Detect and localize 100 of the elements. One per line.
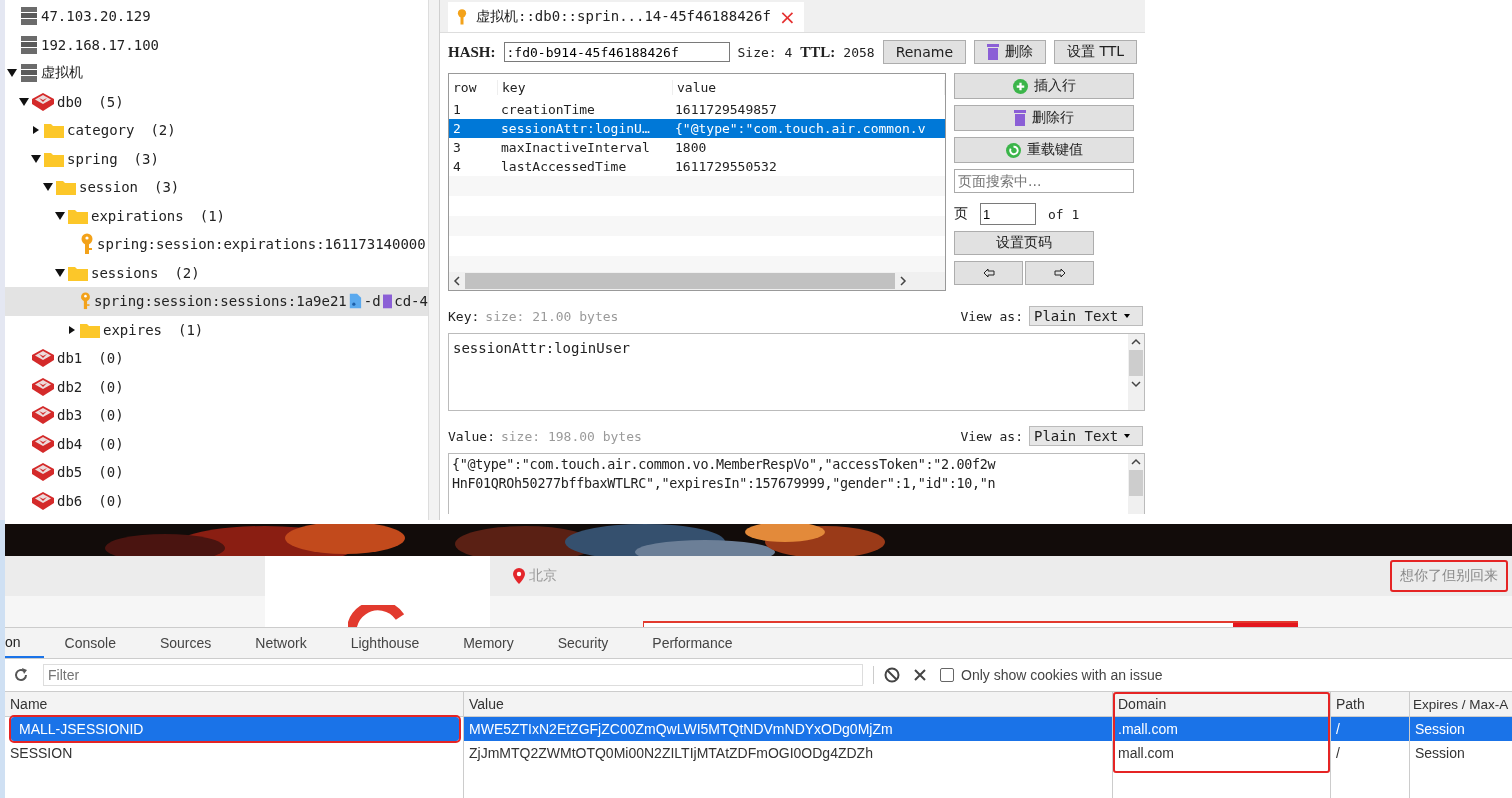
table-cell[interactable]: .mall.com [1113,717,1330,741]
table-cell-text: lastAccessedTime [500,159,628,174]
tree-item[interactable]: db4 (0) [5,429,428,458]
tree-item[interactable]: db3 (0) [5,401,428,430]
item-count: (2) [174,264,200,281]
value-text-line: {"@type":"com.touch.air.common.vo.MemberRespVo","accessToken":"2.00f2w [451,456,997,473]
item-count: (0) [98,378,124,395]
table-row[interactable]: 4 lastAccessedTime 1611729550532 [449,157,945,176]
tree-item[interactable]: expirations (1) [5,201,428,230]
column-header[interactable]: key [498,79,673,95]
table-cell[interactable]: / [1331,741,1409,765]
table-cell[interactable]: MWE5ZTIxN2EtZGFjZC00ZmQwLWI5MTQtNDVmNDYxODg0MjZm [464,717,1112,741]
item-count: (0) [98,407,124,424]
table-cell[interactable]: Session [1410,717,1512,741]
devtools-tab[interactable]: Security [536,628,632,658]
size-hint: size: 21.00 bytes [485,308,619,324]
column-header[interactable]: Value [464,692,1112,717]
view-as-label: View as: [960,308,1023,324]
table-row[interactable]: 1 creationTime 1611729549857 [449,100,945,119]
tree-label: expires [103,321,162,338]
column-header[interactable]: Expires / Max-A [1410,692,1512,717]
table-cell-text: 1800 [674,140,708,155]
item-count: (1) [199,207,225,224]
filter-field[interactable]: Filter [43,664,863,686]
column-header[interactable]: Domain [1113,692,1330,717]
tree-item[interactable]: db0 (5) [5,87,428,116]
view-as-label: View as: [960,428,1023,444]
tree-item[interactable]: 192.168.17.100 [5,30,428,59]
devtools-tab[interactable]: Sources [138,628,235,658]
tree-label: spring:session:sessions:1a9e21 [93,293,347,310]
toolbar-button[interactable]: 删除 [974,40,1047,64]
close-button[interactable]: × [778,5,796,29]
size-hint: size: 198.00 bytes [500,428,642,444]
table-cell[interactable]: / [1331,717,1409,741]
action-button[interactable]: 重载键值 [954,137,1134,163]
table-cell[interactable]: Session [1410,741,1512,765]
devtools-tab[interactable]: Console [43,628,139,658]
column-header[interactable]: Name [5,692,463,717]
tree-label: spring:session:expirations:161173140000 [97,236,426,253]
tree-item[interactable]: spring:session:sessions:1a9e21 -d cd-4 [5,287,428,316]
toolbar-button[interactable]: 设置 TTL [1054,40,1138,64]
page-field[interactable]: 1 [980,203,1036,225]
ttl-label: TTL: [800,43,836,61]
tree-item[interactable]: expires (1) [5,315,428,344]
value-text-line: HnF01QROh50277bffbaxWTLRC","expiresIn":157679999,"gender":1,"id":10,"n [451,475,997,492]
table-cell[interactable]: mall.com [1113,741,1330,765]
tree-item[interactable]: db2 (0) [5,372,428,401]
tree-item[interactable]: 47.103.20.129 [5,2,428,31]
set-page-button[interactable]: 设置页码 [954,231,1094,255]
tree-item[interactable]: db5 (0) [5,458,428,487]
tree-item[interactable]: session (3) [5,173,428,202]
tree-label: db4 [57,435,83,452]
tree-label: db0 [57,93,83,110]
devtools-tab[interactable]: Network [234,628,330,658]
tree-item[interactable]: db1 (0) [5,344,428,373]
table-cell[interactable]: MALL-JSESSIONID [11,717,459,741]
value-text-area[interactable]: {"@type":"com.touch.air.common.vo.MemberRespVo","accessToken":"2.00f2w HnF01QROh50277bffbaxWTLRC","expiresIn":157679999,"gender":1,"id":10,"n [448,453,1145,514]
format-dropdown[interactable]: Plain Text [1029,426,1143,446]
tree-label: db3 [57,407,83,424]
column-header[interactable]: value [673,79,945,95]
tree-label: 192.168.17.100 [41,36,159,53]
search-field[interactable]: 页面搜索中... [954,169,1134,193]
table-row[interactable]: 3 maxInactiveInterval 1800 [449,138,945,157]
action-button[interactable]: 删除行 [954,105,1134,131]
action-button[interactable]: 插入行 [954,73,1134,99]
size-text: Size: 4 [737,44,793,60]
key-label: Key: [448,308,480,324]
table-cell[interactable]: SESSION [5,741,463,765]
table-cell-text: 1611729549857 [674,102,778,117]
tree-item[interactable]: spring:session:expirations:161173140000 [5,230,428,259]
tree-item[interactable]: spring (3) [5,144,428,173]
tree-item[interactable]: category (2) [5,116,428,145]
tree-label: cd-4 [394,293,428,310]
table-cell[interactable]: ZjJmMTQ2ZWMtOTQ0Mi00N2ZILTIjMTAtZDFmOGI0ODg4ZDZh [464,741,1112,765]
page-total: of 1 [1048,206,1080,222]
column-header[interactable]: Path [1331,692,1409,717]
devtools-tab[interactable]: Performance [631,628,756,658]
table-cell-text: 4 [452,159,462,174]
column-header[interactable]: row [449,79,498,95]
format-dropdown[interactable]: Plain Text [1029,306,1143,326]
tree-item[interactable]: sessions (2) [5,258,428,287]
tree-label: expirations [91,207,184,224]
key-text-area[interactable]: sessionAttr:loginUser [448,333,1145,411]
devtools-tab[interactable]: on [5,628,44,658]
devtools-tab[interactable]: Lighthouse [329,628,443,658]
tree-label: db2 [57,378,83,395]
item-count: (0) [98,435,124,452]
ttl-value: 2058 [843,44,875,60]
tree-label: category [67,122,135,139]
tree-label: db1 [57,350,83,367]
tree-item[interactable]: 虚拟机 [5,59,428,88]
toolbar-button[interactable]: Rename [882,40,967,64]
tree-item[interactable]: db6 (0) [5,486,428,515]
table-cell-text: {"@type":"com.touch.air.common.v [674,121,927,136]
item-count: (0) [98,492,124,509]
devtools-tab[interactable]: Memory [442,628,537,658]
key-tab[interactable]: 虚拟机::db0::sprin...14-45f46188426f × [448,2,804,32]
item-count: (2) [150,122,176,139]
table-row[interactable]: 2 sessionAttr:loginU… {"@type":"com.touch.air.common.v [449,119,945,138]
key-name-field[interactable]: :fd0-b914-45f46188426f [503,42,730,62]
